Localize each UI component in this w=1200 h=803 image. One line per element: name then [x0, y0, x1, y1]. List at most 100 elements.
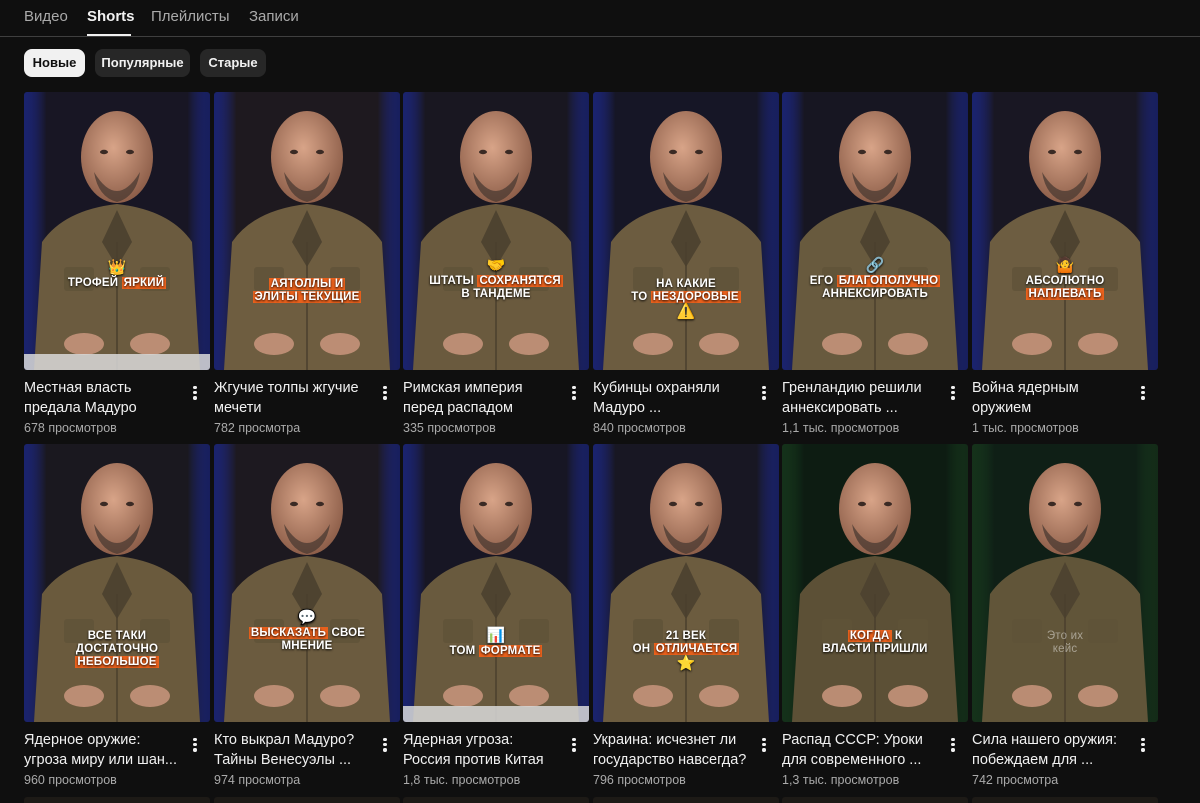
more-options-icon[interactable]	[1136, 736, 1150, 754]
thumbnail-caption: 🤷 АБСОЛЮТНО НАПЛЕВАТЬ	[972, 258, 1158, 301]
caption-highlight: ВЫСКАЗАТЬ	[248, 627, 329, 639]
speaker-thumbnail-image	[24, 444, 210, 722]
caption-text: ШТАТЫ	[429, 275, 478, 287]
caption-emoji-icon: ⭐	[676, 655, 696, 672]
thumbnail-caption: ВСЕ ТАКИ ДОСТАТОЧНО НЕБОЛЬШОЕ	[24, 630, 210, 669]
thumbnail-caption: НА КАКИЕ ТО НЕЗДОРОВЫЕ ⚠️	[593, 278, 779, 321]
short-card[interactable]: 21 ВЕК ОН ОТЛИЧАЕТСЯ ⭐ Украина: исчезнет л…	[593, 444, 779, 787]
speaker-thumbnail-image	[593, 92, 779, 370]
short-thumbnail[interactable]: КОГДА К ВЛАСТИ ПРИШЛИ	[782, 444, 968, 722]
speaker-thumbnail-image	[782, 92, 968, 370]
short-thumbnail[interactable]: 21 ВЕК ОН ОТЛИЧАЕТСЯ ⭐	[593, 444, 779, 722]
tab-videos[interactable]: Видео	[24, 8, 68, 25]
speaker-thumbnail-image	[24, 92, 210, 370]
tab-shorts[interactable]: Shorts	[87, 8, 135, 25]
short-thumbnail[interactable]: 📊 ТОМ ФОРМАТЕ	[403, 444, 589, 722]
more-options-icon[interactable]	[567, 384, 581, 402]
view-count: 974 просмотра	[214, 773, 301, 787]
more-options-icon[interactable]	[567, 736, 581, 754]
short-card[interactable]: КОГДА К ВЛАСТИ ПРИШЛИ Распад СССР: Уроки …	[782, 444, 968, 787]
short-card-peek	[24, 797, 210, 803]
short-card[interactable]: 🤷 АБСОЛЮТНО НАПЛЕВАТЬ Война ядерным оружие…	[972, 92, 1158, 435]
view-count: 782 просмотра	[214, 421, 301, 435]
caption-text: Это их	[1046, 630, 1084, 642]
short-thumbnail[interactable]: ВСЕ ТАКИ ДОСТАТОЧНО НЕБОЛЬШОЕ	[24, 444, 210, 722]
short-title[interactable]: Сила нашего оружия: побеждаем для ...	[972, 730, 1132, 770]
caption-highlight: ЯРКИЙ	[121, 277, 167, 289]
short-title[interactable]: Кто выкрал Мадуро? Тайны Венесуэлы ...	[214, 730, 374, 770]
short-card[interactable]: 💬 ВЫСКАЗАТЬ СВОЕ МНЕНИЕ Кто выкрал Мадуро?…	[214, 444, 400, 787]
more-options-icon[interactable]	[1136, 384, 1150, 402]
view-count: 1,1 тыс. просмотров	[782, 421, 900, 435]
short-card-peek	[593, 797, 779, 803]
short-thumbnail[interactable]: 👑 ТРОФЕЙ ЯРКИЙ	[24, 92, 210, 370]
channel-tabs: Видео Shorts Плейлисты Записи	[0, 0, 1200, 37]
more-options-icon[interactable]	[378, 736, 392, 754]
short-thumbnail[interactable]: 💬 ВЫСКАЗАТЬ СВОЕ МНЕНИЕ	[214, 444, 400, 722]
caption-highlight: ЭЛИТЫ ТЕКУЩИЕ	[252, 291, 362, 303]
filter-popular-chip[interactable]: Популярные	[95, 49, 190, 77]
short-card[interactable]: 🤝 ШТАТЫ СОХРАНЯТСЯ В ТАНДЕМЕ Римская импер…	[403, 92, 589, 435]
more-options-icon[interactable]	[946, 736, 960, 754]
caption-text: АБСОЛЮТНО	[1025, 275, 1105, 287]
short-title[interactable]: Распад СССР: Уроки для современного ...	[782, 730, 942, 770]
caption-emoji-icon: 🤷	[1055, 257, 1075, 274]
short-title[interactable]: Кубинцы охраняли Мадуро ...	[593, 378, 753, 418]
more-options-icon[interactable]	[757, 384, 771, 402]
caption-text: К	[891, 630, 903, 642]
short-card[interactable]: Это их кейс Сила нашего оружия: побеждаем…	[972, 444, 1158, 787]
short-thumbnail[interactable]: АЯТОЛЛЫ И ЭЛИТЫ ТЕКУЩИЕ	[214, 92, 400, 370]
short-title[interactable]: Ядерное оружие: угроза миру или шан...	[24, 730, 184, 770]
caption-text: кейс	[1052, 643, 1078, 655]
short-card-peek	[782, 797, 968, 803]
caption-emoji-icon: 💬	[297, 609, 317, 626]
caption-text: ВСЕ ТАКИ	[87, 630, 147, 642]
caption-highlight: СОХРАНЯТСЯ	[477, 275, 563, 287]
short-card[interactable]: 🔗 ЕГО БЛАГОПОЛУЧНО АННЕКСИРОВАТЬ Гренланди…	[782, 92, 968, 435]
view-count: 335 просмотров	[403, 421, 496, 435]
short-card[interactable]: АЯТОЛЛЫ И ЭЛИТЫ ТЕКУЩИЕ Жгучие толпы жгуч…	[214, 92, 400, 435]
more-options-icon[interactable]	[757, 736, 771, 754]
view-count: 742 просмотра	[972, 773, 1059, 787]
short-title[interactable]: Гренландию решили аннексировать ...	[782, 378, 942, 418]
tab-posts[interactable]: Записи	[249, 8, 299, 25]
short-title[interactable]: Местная власть предала Мадуро	[24, 378, 184, 418]
filter-oldest-chip[interactable]: Старые	[200, 49, 266, 77]
caption-emoji-icon: 🔗	[865, 257, 885, 274]
speaker-thumbnail-image	[403, 92, 589, 370]
more-options-icon[interactable]	[946, 384, 960, 402]
tab-playlists[interactable]: Плейлисты	[151, 8, 230, 25]
caption-text: ВЛАСТИ ПРИШЛИ	[822, 643, 928, 655]
short-thumbnail[interactable]: 🤝 ШТАТЫ СОХРАНЯТСЯ В ТАНДЕМЕ	[403, 92, 589, 370]
caption-text: ТОМ	[449, 645, 479, 657]
thumbnail-caption: Это их кейс	[972, 630, 1158, 656]
short-card[interactable]: ВСЕ ТАКИ ДОСТАТОЧНО НЕБОЛЬШОЕ Ядерное оруж…	[24, 444, 210, 787]
short-title[interactable]: Римская империя перед распадом	[403, 378, 563, 418]
short-card[interactable]: 📊 ТОМ ФОРМАТЕ Ядерная угроза: Россия прот…	[403, 444, 589, 787]
short-title[interactable]: Жгучие толпы жгучие мечети	[214, 378, 374, 418]
more-options-icon[interactable]	[188, 384, 202, 402]
short-card-peek	[403, 797, 589, 803]
caption-highlight: КОГДА	[847, 630, 892, 642]
short-title[interactable]: Война ядерным оружием	[972, 378, 1132, 418]
short-thumbnail[interactable]: Это их кейс	[972, 444, 1158, 722]
short-title[interactable]: Украина: исчезнет ли государство навсегд…	[593, 730, 753, 770]
speaker-thumbnail-image	[972, 444, 1158, 722]
more-options-icon[interactable]	[378, 384, 392, 402]
short-thumbnail[interactable]: НА КАКИЕ ТО НЕЗДОРОВЫЕ ⚠️	[593, 92, 779, 370]
filter-newest-chip[interactable]: Новые	[24, 49, 85, 77]
caption-highlight: АЯТОЛЛЫ И	[268, 278, 346, 290]
speaker-thumbnail-image	[972, 92, 1158, 370]
short-thumbnail[interactable]: 🔗 ЕГО БЛАГОПОЛУЧНО АННЕКСИРОВАТЬ	[782, 92, 968, 370]
short-card[interactable]: 👑 ТРОФЕЙ ЯРКИЙ Местная власть предала Мад…	[24, 92, 210, 435]
speaker-thumbnail-image	[214, 92, 400, 370]
caption-emoji-icon: 🤝	[486, 257, 506, 274]
speaker-thumbnail-image	[214, 444, 400, 722]
more-options-icon[interactable]	[188, 736, 202, 754]
short-title[interactable]: Ядерная угроза: Россия против Китая	[403, 730, 563, 770]
caption-text: ДОСТАТОЧНО	[75, 643, 159, 655]
caption-text: ТО	[631, 291, 651, 303]
view-count: 796 просмотров	[593, 773, 686, 787]
short-thumbnail[interactable]: 🤷 АБСОЛЮТНО НАПЛЕВАТЬ	[972, 92, 1158, 370]
short-card[interactable]: НА КАКИЕ ТО НЕЗДОРОВЫЕ ⚠️ Кубинцы охраняли…	[593, 92, 779, 435]
